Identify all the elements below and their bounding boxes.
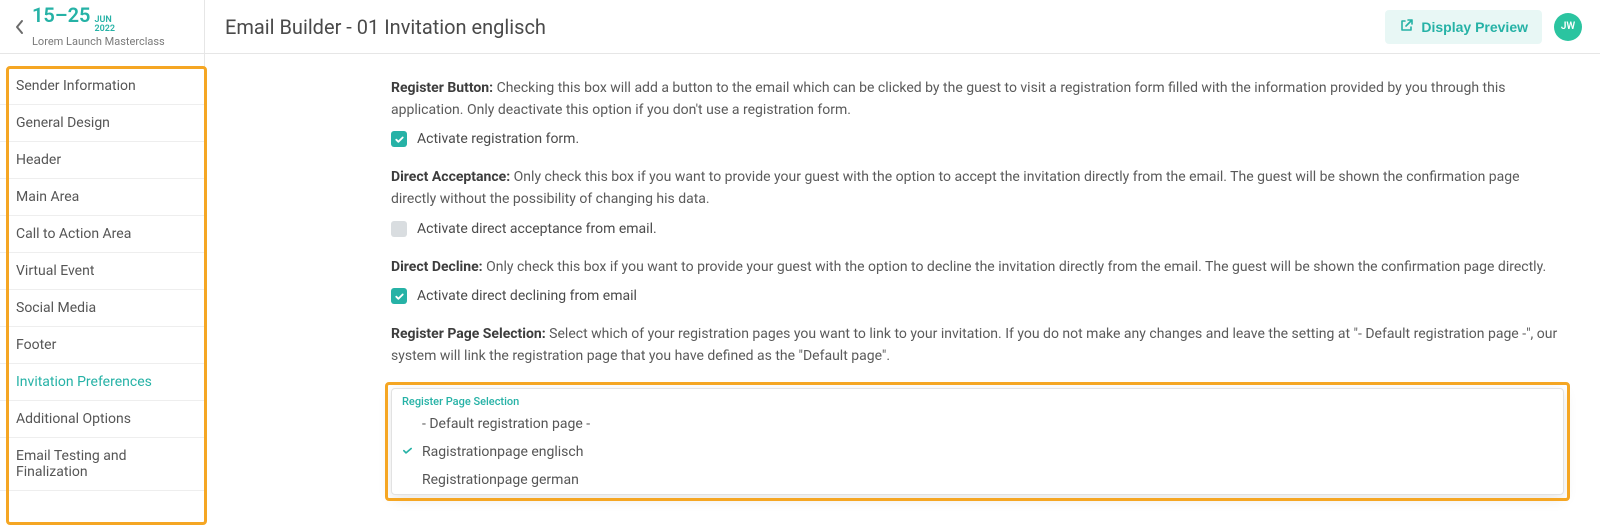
section-heading: Direct Decline: Only check this box if y… — [391, 257, 1564, 279]
display-preview-label: Display Preview — [1421, 19, 1528, 35]
sidebar-item-main-area[interactable]: Main Area — [0, 179, 204, 216]
section-heading: Register Page Selection: Select which of… — [391, 324, 1564, 367]
sidebar-item-general-design[interactable]: General Design — [0, 105, 204, 142]
check-icon — [402, 444, 413, 460]
section-label: Register Page Selection: — [391, 326, 549, 342]
register-page-dropdown[interactable]: Register Page Selection - Default regist… — [391, 388, 1564, 495]
sidebar-list: Sender Information General Design Header Ma… — [0, 54, 204, 491]
sidebar-item-social-media[interactable]: Social Media — [0, 290, 204, 327]
checkbox-label: Activate registration form. — [417, 131, 579, 147]
checkbox-label: Activate direct declining from email — [417, 288, 637, 304]
section-register_page_selection: Register Page Selection: Select which of… — [391, 324, 1564, 367]
dropdown-option-0[interactable]: - Default registration page - — [392, 410, 1563, 438]
sidebar-item-label: Main Area — [16, 189, 79, 205]
checkbox-row-direct_decline: Activate direct declining from email — [391, 288, 1564, 304]
event-name: Lorem Launch Masterclass — [32, 36, 165, 48]
dropdown-option-label: - Default registration page - — [422, 416, 590, 432]
section-direct_decline: Direct Decline: Only check this box if y… — [391, 257, 1564, 305]
date-range: 15–25 — [32, 4, 90, 26]
checkbox-row-direct_acceptance: Activate direct acceptance from email. — [391, 221, 1564, 237]
sidebar-item-label: Additional Options — [16, 411, 131, 427]
sidebar-item-call-to-action-area[interactable]: Call to Action Area — [0, 216, 204, 253]
section-label: Direct Decline: — [391, 259, 486, 275]
check-icon — [394, 291, 405, 302]
dropdown-option-label: Ragistrationpage englisch — [422, 444, 583, 460]
check-icon — [394, 134, 405, 145]
topbar: 15–25 JUN 2022 Lorem Launch Masterclass … — [0, 0, 1600, 54]
checkbox-label: Activate direct acceptance from email. — [417, 221, 657, 237]
section-label: Direct Acceptance: — [391, 169, 514, 185]
section-direct_acceptance: Direct Acceptance: Only check this box i… — [391, 167, 1564, 236]
sidebar-item-label: General Design — [16, 115, 110, 131]
checkbox-direct_acceptance[interactable] — [391, 221, 407, 237]
sidebar-item-label: Header — [16, 152, 61, 168]
content-area: Register Button: Checking this box will … — [205, 54, 1600, 517]
sidebar: Sender Information General Design Header Ma… — [0, 54, 205, 517]
sidebar-item-label: Sender Information — [16, 78, 136, 94]
sidebar-item-sender-information[interactable]: Sender Information — [0, 68, 204, 105]
section-description: Only check this box if you want to provi… — [391, 169, 1520, 207]
back-icon[interactable] — [14, 19, 24, 35]
sidebar-item-label: Footer — [16, 337, 56, 353]
dropdown-field-label: Register Page Selection — [392, 389, 1563, 410]
section-heading: Direct Acceptance: Only check this box i… — [391, 167, 1564, 210]
sidebar-item-virtual-event[interactable]: Virtual Event — [0, 253, 204, 290]
sidebar-item-label: Social Media — [16, 300, 96, 316]
sidebar-item-invitation-preferences[interactable]: Invitation Preferences — [0, 364, 204, 401]
date-suffix: JUN 2022 — [94, 16, 115, 34]
avatar[interactable]: JW — [1554, 13, 1582, 41]
dropdown-option-label: Registrationpage german — [422, 472, 579, 488]
page-title: Email Builder - 01 Invitation englisch — [205, 15, 1385, 39]
date-year: 2022 — [94, 25, 115, 34]
checkbox-row-register_button: Activate registration form. — [391, 131, 1564, 147]
register-page-dropdown-wrap: Register Page Selection - Default regist… — [391, 388, 1564, 495]
sidebar-header: 15–25 JUN 2022 Lorem Launch Masterclass — [0, 0, 205, 53]
top-actions: Display Preview JW — [1385, 10, 1600, 44]
dropdown-option-1[interactable]: Ragistrationpage englisch — [392, 438, 1563, 466]
section-label: Register Button: — [391, 80, 497, 96]
sidebar-item-email-testing-and-finalization[interactable]: Email Testing and Finalization — [0, 438, 204, 491]
sidebar-item-header[interactable]: Header — [0, 142, 204, 179]
section-description: Select which of your registration pages … — [391, 326, 1557, 364]
sidebar-item-label: Email Testing and Finalization — [16, 448, 126, 480]
checkbox-direct_decline[interactable] — [391, 288, 407, 304]
external-link-icon — [1399, 18, 1414, 36]
sidebar-item-additional-options[interactable]: Additional Options — [0, 401, 204, 438]
event-date-block: 15–25 JUN 2022 Lorem Launch Masterclass — [32, 4, 165, 48]
section-description: Checking this box will add a button to t… — [391, 80, 1505, 118]
sidebar-item-label: Invitation Preferences — [16, 374, 152, 390]
checkbox-register_button[interactable] — [391, 131, 407, 147]
dropdown-option-2[interactable]: Registrationpage german — [392, 466, 1563, 494]
section-heading: Register Button: Checking this box will … — [391, 78, 1564, 121]
display-preview-button[interactable]: Display Preview — [1385, 10, 1542, 44]
sidebar-item-footer[interactable]: Footer — [0, 327, 204, 364]
section-description: Only check this box if you want to provi… — [486, 259, 1546, 275]
sidebar-item-label: Call to Action Area — [16, 226, 131, 242]
sidebar-item-label: Virtual Event — [16, 263, 94, 279]
section-register_button: Register Button: Checking this box will … — [391, 78, 1564, 147]
